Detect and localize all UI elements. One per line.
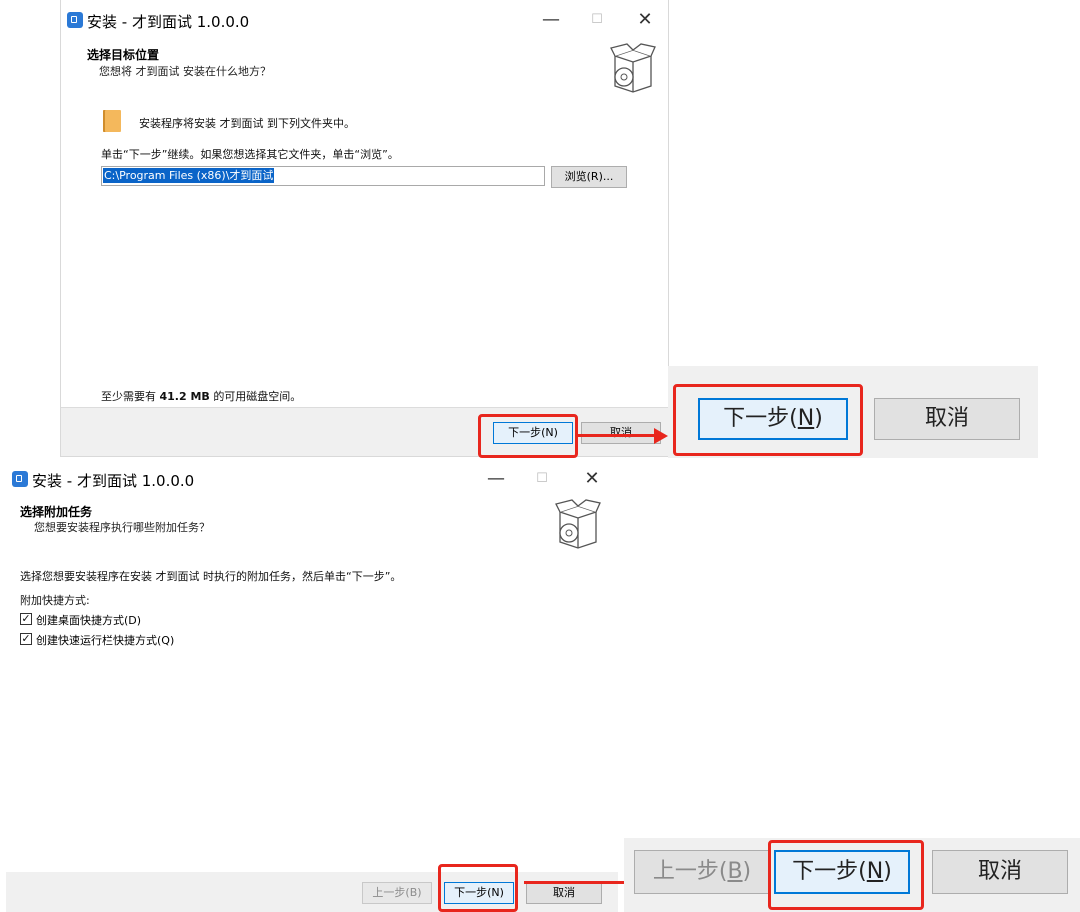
arrow-icon [654, 428, 668, 444]
page-heading: 选择目标位置 [87, 48, 160, 62]
arrow-line [578, 434, 656, 437]
zoom-back-suffix: ) [742, 859, 752, 884]
zoom-cancel-button[interactable]: 取消 [932, 850, 1068, 894]
info-text: 安装程序将安装 才到面试 到下列文件夹中。 [139, 117, 355, 130]
title-bar: 安装 - 才到面试 1.0.0.0 — ☐ ✕ [61, 0, 668, 40]
highlight-box-next [438, 864, 518, 912]
page-heading: 选择附加任务 [20, 505, 93, 519]
disk-space-prefix: 至少需要有 [101, 390, 156, 403]
zoom-back-key: B [727, 859, 743, 884]
installer-window-destination: 安装 - 才到面试 1.0.0.0 — ☐ ✕ 选择目标位置 您想将 才到面试 … [60, 0, 669, 457]
browse-button[interactable]: 浏览(R)... [551, 166, 627, 188]
minimize-button[interactable]: — [484, 467, 508, 491]
zoom-back-label: 上一步( [652, 859, 728, 884]
close-button[interactable]: ✕ [633, 8, 657, 32]
destination-path-input[interactable]: C:\Program Files (x86)\才到面试 [101, 166, 545, 186]
folder-icon [103, 110, 121, 132]
page-subheading: 您想要安装程序执行哪些附加任务？ [34, 521, 210, 534]
zoom-back-button[interactable]: 上一步(B) [634, 850, 770, 894]
disk-space-suffix: 的可用磁盘空间。 [213, 390, 302, 403]
highlight-box-zoom-next [768, 840, 924, 910]
back-button[interactable]: 上一步(B) [362, 882, 432, 904]
checkbox-checked-icon[interactable]: ✓ [20, 633, 32, 645]
highlight-box-zoom-next [673, 384, 863, 456]
quicklaunch-shortcut-label[interactable]: 创建快速运行栏快捷方式(Q) [36, 632, 174, 648]
cancel-button[interactable]: 取消 [581, 422, 661, 444]
shortcut-group-label: 附加快捷方式: [20, 594, 90, 607]
desktop-shortcut-label[interactable]: 创建桌面快捷方式(D) [36, 612, 141, 628]
close-button[interactable]: ✕ [580, 467, 604, 491]
maximize-button[interactable]: ☐ [530, 467, 554, 491]
window-title: 安装 - 才到面试 1.0.0.0 [32, 472, 195, 490]
highlight-box-next [478, 414, 578, 458]
zoom-cancel-button[interactable]: 取消 [874, 398, 1020, 440]
page-subheading: 您想将 才到面试 安装在什么地方？ [99, 65, 271, 78]
window-title: 安装 - 才到面试 1.0.0.0 [87, 13, 250, 31]
app-icon [67, 12, 83, 28]
installer-window-tasks: 安装 - 才到面试 1.0.0.0 — ☐ ✕ 选择附加任务 您想要安装程序执行… [6, 462, 618, 912]
cancel-button[interactable]: 取消 [526, 882, 602, 904]
software-box-icon [610, 43, 656, 93]
maximize-button[interactable]: ☐ [585, 8, 609, 32]
button-bar: 上一步(B) 下一步(N) 取消 [6, 872, 618, 912]
disk-space-text: 至少需要有 41.2 MB 的可用磁盘空间。 [101, 388, 301, 404]
disk-space-value: 41.2 MB [159, 390, 210, 403]
software-box-icon [555, 499, 601, 549]
selected-path-text: C:\Program Files (x86)\才到面试 [103, 168, 275, 183]
instruction-text: 选择您想要安装程序在安装 才到面试 时执行的附加任务，然后单击“下一步”。 [20, 570, 402, 583]
minimize-button[interactable]: — [539, 8, 563, 32]
app-icon [12, 471, 28, 487]
instruction-text: 单击“下一步”继续。如果您想选择其它文件夹，单击“浏览”。 [101, 148, 399, 161]
checkbox-checked-icon[interactable]: ✓ [20, 613, 32, 625]
title-bar: 安装 - 才到面试 1.0.0.0 — ☐ ✕ [6, 462, 618, 496]
